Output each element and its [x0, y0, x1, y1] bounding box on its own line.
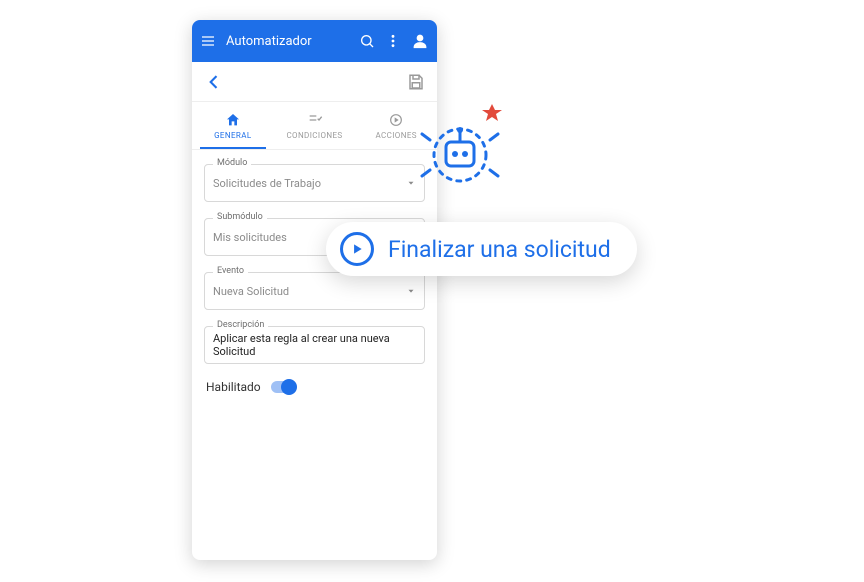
app-bar: Automatizador: [192, 20, 437, 62]
home-icon: [225, 112, 241, 128]
account-icon[interactable]: [411, 32, 429, 50]
app-title: Automatizador: [226, 34, 312, 49]
save-icon[interactable]: [407, 73, 425, 91]
callout-chip[interactable]: Finalizar una solicitud: [326, 222, 637, 276]
robot-illustration: [400, 100, 520, 210]
toggle-habilitado: Habilitado: [204, 380, 425, 394]
conditions-icon: [307, 112, 323, 128]
search-icon[interactable]: [359, 33, 375, 49]
tab-label: CONDICIONES: [286, 131, 342, 140]
field-label: Módulo: [213, 158, 251, 168]
sub-bar: [192, 62, 437, 102]
field-label: Submódulo: [213, 212, 267, 222]
tab-label: GENERAL: [214, 131, 252, 140]
field-descripcion[interactable]: Descripción Aplicar esta regla al crear …: [204, 326, 425, 364]
field-modulo[interactable]: Módulo Solicitudes de Trabajo: [204, 164, 425, 202]
chevron-down-icon: [406, 286, 416, 296]
callout-text: Finalizar una solicitud: [388, 236, 611, 263]
field-label: Descripción: [213, 320, 268, 330]
tab-general[interactable]: GENERAL: [192, 102, 274, 149]
field-label: Evento: [213, 266, 248, 276]
field-evento[interactable]: Evento Nueva Solicitud: [204, 272, 425, 310]
field-value: Aplicar esta regla al crear una nueva So…: [213, 332, 416, 358]
play-icon: [340, 232, 374, 266]
more-icon[interactable]: [385, 33, 401, 49]
tab-condiciones[interactable]: CONDICIONES: [274, 102, 356, 149]
menu-icon[interactable]: [200, 33, 216, 49]
toggle-label: Habilitado: [206, 380, 261, 394]
field-value: Nueva Solicitud: [213, 285, 406, 298]
toggle-switch[interactable]: [271, 381, 295, 393]
back-icon[interactable]: [204, 72, 224, 92]
field-value: Solicitudes de Trabajo: [213, 177, 406, 190]
